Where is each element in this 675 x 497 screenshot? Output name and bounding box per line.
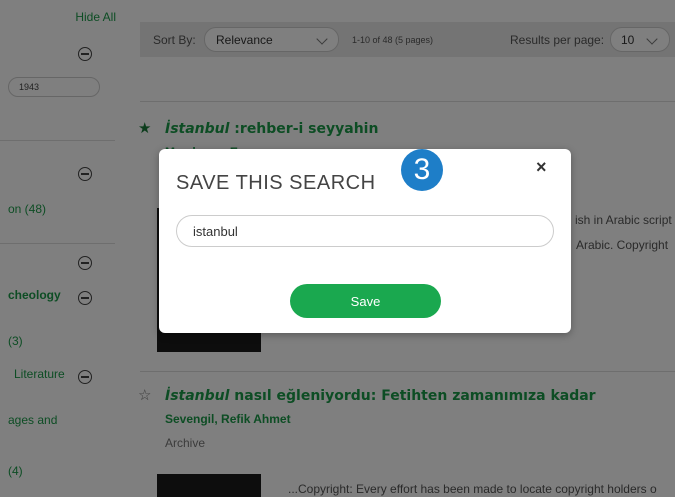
step-number-badge: 3 xyxy=(401,149,443,191)
save-button[interactable]: Save xyxy=(290,284,441,318)
dialog-title: SAVE THIS SEARCH xyxy=(176,172,376,194)
search-name-input[interactable] xyxy=(176,215,554,247)
close-button[interactable]: × xyxy=(536,157,547,178)
save-search-dialog: SAVE THIS SEARCH 3 × Save xyxy=(159,149,571,333)
